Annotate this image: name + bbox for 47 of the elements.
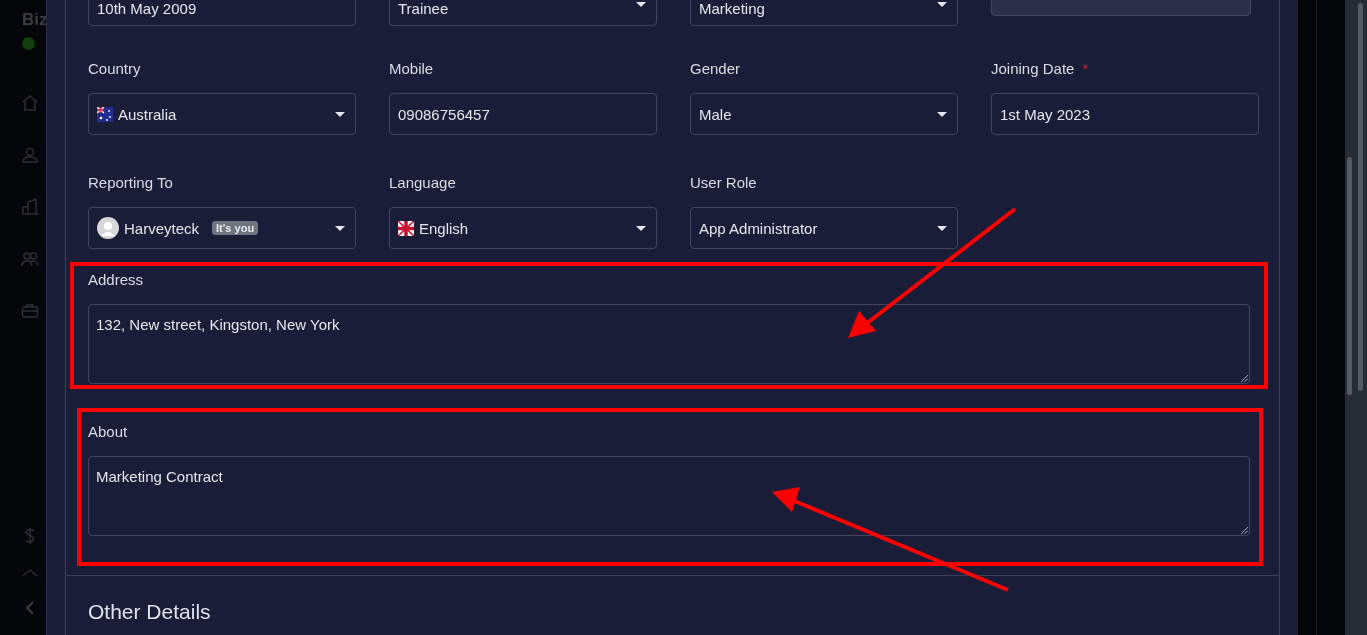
avatar-icon xyxy=(97,217,119,239)
caret-icon xyxy=(335,111,345,117)
form-field[interactable]: 10th May 2009 xyxy=(88,0,356,26)
briefcase-icon[interactable] xyxy=(21,302,39,320)
form-field[interactable]: Harveyteck It's you xyxy=(88,207,356,249)
field-label: About xyxy=(88,422,129,442)
users-icon[interactable] xyxy=(21,250,39,268)
caret-icon xyxy=(937,111,947,117)
dollar-icon[interactable] xyxy=(24,527,36,545)
form-field[interactable]: 1st May 2023 xyxy=(991,93,1259,135)
form-field[interactable]: Australia xyxy=(88,93,356,135)
caret-icon xyxy=(335,225,345,231)
building-icon[interactable] xyxy=(21,198,39,216)
form-field[interactable]: English xyxy=(389,207,657,249)
caret-icon xyxy=(636,225,646,231)
field-label: Gender xyxy=(690,59,741,79)
collapse-chevron-icon[interactable] xyxy=(25,601,35,615)
form-field[interactable]: Marketing xyxy=(690,0,958,26)
form-field[interactable]: App Administrator xyxy=(690,207,958,249)
flag-icon xyxy=(398,220,414,236)
field-label: User Role xyxy=(690,173,757,193)
resize-handle-icon[interactable] xyxy=(1240,526,1248,534)
home-icon[interactable] xyxy=(21,94,39,112)
text-area[interactable]: 132, New street, Kingston, New York xyxy=(88,304,1250,384)
form-field[interactable]: 09086756457 xyxy=(389,93,657,135)
field-label: Mobile xyxy=(389,59,434,79)
scrollbar-thumb[interactable] xyxy=(1358,3,1363,391)
caret-icon xyxy=(636,1,646,7)
required-mark: * xyxy=(1082,61,1088,77)
field-label: Reporting To xyxy=(88,173,173,193)
current-user-badge: It's you xyxy=(212,221,259,235)
field-label: Joining Date xyxy=(991,59,1075,79)
field-label: Address xyxy=(88,270,145,290)
text-area[interactable]: Marketing Contract xyxy=(88,456,1250,536)
user-icon[interactable] xyxy=(21,146,39,164)
field-label: Language xyxy=(389,173,456,193)
section-title: Other Details xyxy=(88,600,212,624)
brand-name: Biz xyxy=(22,11,48,29)
caret-icon xyxy=(937,225,947,231)
status-dot-icon xyxy=(22,37,35,50)
caret-icon xyxy=(937,1,947,7)
resize-handle-icon[interactable] xyxy=(1240,374,1248,382)
field-label: Country xyxy=(88,59,141,79)
form-field[interactable]: Trainee xyxy=(389,0,657,26)
form-field[interactable]: Male xyxy=(690,93,958,135)
flag-icon xyxy=(97,106,113,122)
scrollbar-thumb[interactable] xyxy=(1347,157,1352,395)
